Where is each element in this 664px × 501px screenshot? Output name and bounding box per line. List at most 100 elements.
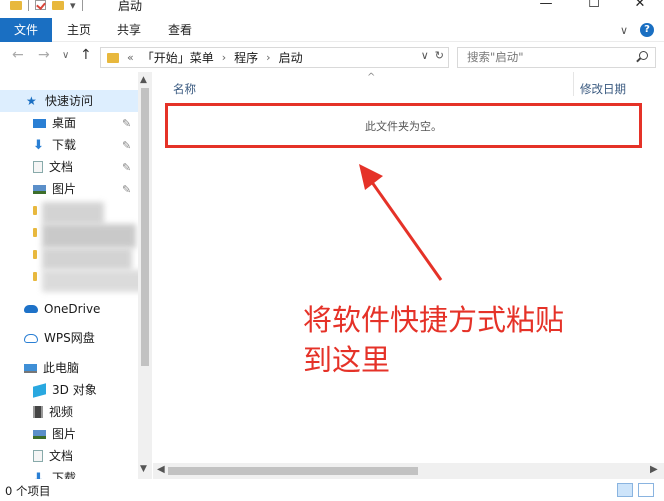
- properties-icon[interactable]: [35, 0, 46, 10]
- empty-folder-highlight: 此文件夹为空。: [165, 103, 642, 148]
- scroll-up-icon[interactable]: ▲: [140, 75, 147, 85]
- title-bar: ▾ 启动 — ☐ ✕: [0, 0, 664, 18]
- folder-icon: [33, 206, 37, 215]
- search-icon[interactable]: [639, 51, 648, 60]
- sidebar-item-label: 下载: [52, 471, 77, 479]
- cube-icon: [33, 382, 46, 398]
- sidebar-item-quick-access[interactable]: ★ 快速访问: [0, 90, 138, 112]
- column-header-date-modified[interactable]: 修改日期: [580, 81, 626, 97]
- sidebar-item-documents[interactable]: 文档: [0, 156, 73, 178]
- annotation-line-1: 将软件快捷方式粘贴: [303, 303, 565, 337]
- scrollbar-thumb[interactable]: [168, 467, 418, 475]
- sort-ascending-icon: ^: [367, 72, 376, 83]
- breadcrumb-start-menu[interactable]: 「开始」菜单: [142, 49, 214, 66]
- annotation-text: 将软件快捷方式粘贴 到这里: [303, 300, 564, 380]
- status-bar: 0 个项目: [0, 479, 664, 501]
- address-dropdown-icon[interactable]: ∨: [421, 49, 429, 62]
- annotation-line-2: 到这里: [303, 343, 391, 377]
- desktop-icon: [33, 118, 46, 128]
- customize-toolbar-icon[interactable]: ▾: [70, 0, 76, 12]
- redacted-folder-name: [42, 248, 132, 270]
- sidebar-item-label: 此电脑: [43, 361, 80, 375]
- sidebar-item-label: 图片: [52, 427, 77, 441]
- cloud-icon: [24, 333, 38, 343]
- sidebar-item-label: OneDrive: [44, 302, 101, 316]
- search-placeholder: 搜索"启动": [467, 50, 524, 64]
- sidebar-item-label: 图片: [52, 182, 77, 196]
- new-folder-icon[interactable]: [52, 0, 64, 10]
- tab-share[interactable]: 共享: [117, 18, 141, 42]
- back-arrow-icon[interactable]: ←: [12, 47, 24, 63]
- sidebar-item-label: 快速访问: [45, 94, 94, 108]
- large-icons-view-icon[interactable]: [638, 483, 654, 497]
- navigation-bar: ← → ∨ ↑ « 「开始」菜单 › 程序 › 启动 ∨ ↻ 搜索"启动": [0, 44, 664, 70]
- column-divider[interactable]: [573, 72, 574, 96]
- pictures-icon: [33, 184, 46, 194]
- sidebar-item-pc-documents[interactable]: 文档: [0, 445, 73, 467]
- sidebar-item-label: 3D 对象: [52, 383, 97, 397]
- sidebar-item-pictures[interactable]: 图片: [0, 178, 76, 200]
- address-bar[interactable]: « 「开始」菜单 › 程序 › 启动 ∨ ↻: [100, 47, 449, 68]
- sidebar-item-pc-downloads[interactable]: ⬇ 下载: [0, 467, 76, 479]
- pin-icon[interactable]: ✎: [122, 139, 131, 152]
- tab-file[interactable]: 文件: [0, 18, 52, 42]
- sidebar-item-videos[interactable]: 视频: [0, 401, 73, 423]
- column-header-name[interactable]: 名称: [173, 81, 196, 97]
- scroll-right-icon[interactable]: ▶: [650, 464, 658, 475]
- breadcrumb-chevron-icon[interactable]: ›: [222, 51, 226, 64]
- tab-home[interactable]: 主页: [67, 18, 91, 42]
- refresh-icon[interactable]: ↻: [435, 49, 444, 62]
- document-icon: [33, 450, 43, 462]
- empty-folder-message: 此文件夹为空。: [365, 120, 442, 133]
- folder-icon: [33, 228, 37, 237]
- sidebar-item-desktop[interactable]: 桌面: [0, 112, 76, 134]
- pin-icon[interactable]: ✎: [122, 117, 131, 130]
- pin-icon[interactable]: ✎: [122, 161, 131, 174]
- file-list-horizontal-scrollbar[interactable]: ◀ ▶: [153, 463, 664, 479]
- search-input[interactable]: 搜索"启动": [457, 47, 656, 68]
- cloud-icon: [24, 305, 38, 313]
- folder-icon: [33, 250, 37, 259]
- sidebar-item-this-pc[interactable]: 此电脑: [0, 357, 79, 379]
- help-icon[interactable]: ?: [640, 23, 654, 37]
- arrow-shaft: [367, 177, 443, 281]
- navigation-pane-scrollbar[interactable]: ▲ ▼: [138, 72, 152, 479]
- up-arrow-icon[interactable]: ↑: [80, 47, 92, 63]
- recent-locations-icon[interactable]: ∨: [62, 50, 69, 61]
- folder-icon: [10, 0, 22, 10]
- overflow-chevron[interactable]: «: [127, 51, 134, 64]
- scrollbar-thumb[interactable]: [141, 88, 149, 366]
- separator: [81, 0, 83, 11]
- folder-icon: [107, 52, 119, 63]
- details-view-icon[interactable]: [617, 483, 633, 497]
- computer-icon: [24, 363, 37, 373]
- breadcrumb-startup[interactable]: 启动: [279, 49, 303, 66]
- close-button[interactable]: ✕: [620, 0, 660, 14]
- minimize-button[interactable]: —: [526, 0, 566, 14]
- maximize-button[interactable]: ☐: [574, 0, 614, 14]
- download-icon: ⬇: [33, 137, 44, 153]
- redacted-folder-name: [42, 224, 136, 248]
- sidebar-item-pc-pictures[interactable]: 图片: [0, 423, 76, 445]
- arrow-head: [359, 164, 383, 190]
- scroll-left-icon[interactable]: ◀: [157, 464, 165, 475]
- separator: [28, 0, 29, 11]
- video-icon: [33, 406, 43, 418]
- breadcrumb-programs[interactable]: 程序: [234, 49, 258, 66]
- tab-view[interactable]: 查看: [168, 18, 192, 42]
- sidebar-item-label: WPS网盘: [44, 331, 95, 345]
- sidebar-item-onedrive[interactable]: OneDrive: [0, 298, 100, 320]
- pin-icon[interactable]: ✎: [122, 183, 131, 196]
- sidebar-item-wps-drive[interactable]: WPS网盘: [0, 327, 95, 349]
- sidebar-item-downloads[interactable]: ⬇ 下载: [0, 134, 76, 156]
- forward-arrow-icon[interactable]: →: [38, 47, 50, 63]
- scroll-down-icon[interactable]: ▼: [140, 464, 147, 474]
- folder-icon: [33, 272, 37, 281]
- breadcrumb-chevron-icon[interactable]: ›: [266, 51, 270, 64]
- expand-ribbon-icon[interactable]: ∨: [620, 24, 628, 37]
- document-icon: [33, 161, 43, 173]
- item-count: 0 个项目: [5, 484, 51, 498]
- navigation-pane: ★ 快速访问 桌面 ✎ ⬇ 下载 ✎ 文档 ✎ 图片 ✎ OneDrive WP…: [0, 72, 152, 479]
- sidebar-item-3d-objects[interactable]: 3D 对象: [0, 379, 97, 401]
- sidebar-item-label: 文档: [49, 449, 74, 463]
